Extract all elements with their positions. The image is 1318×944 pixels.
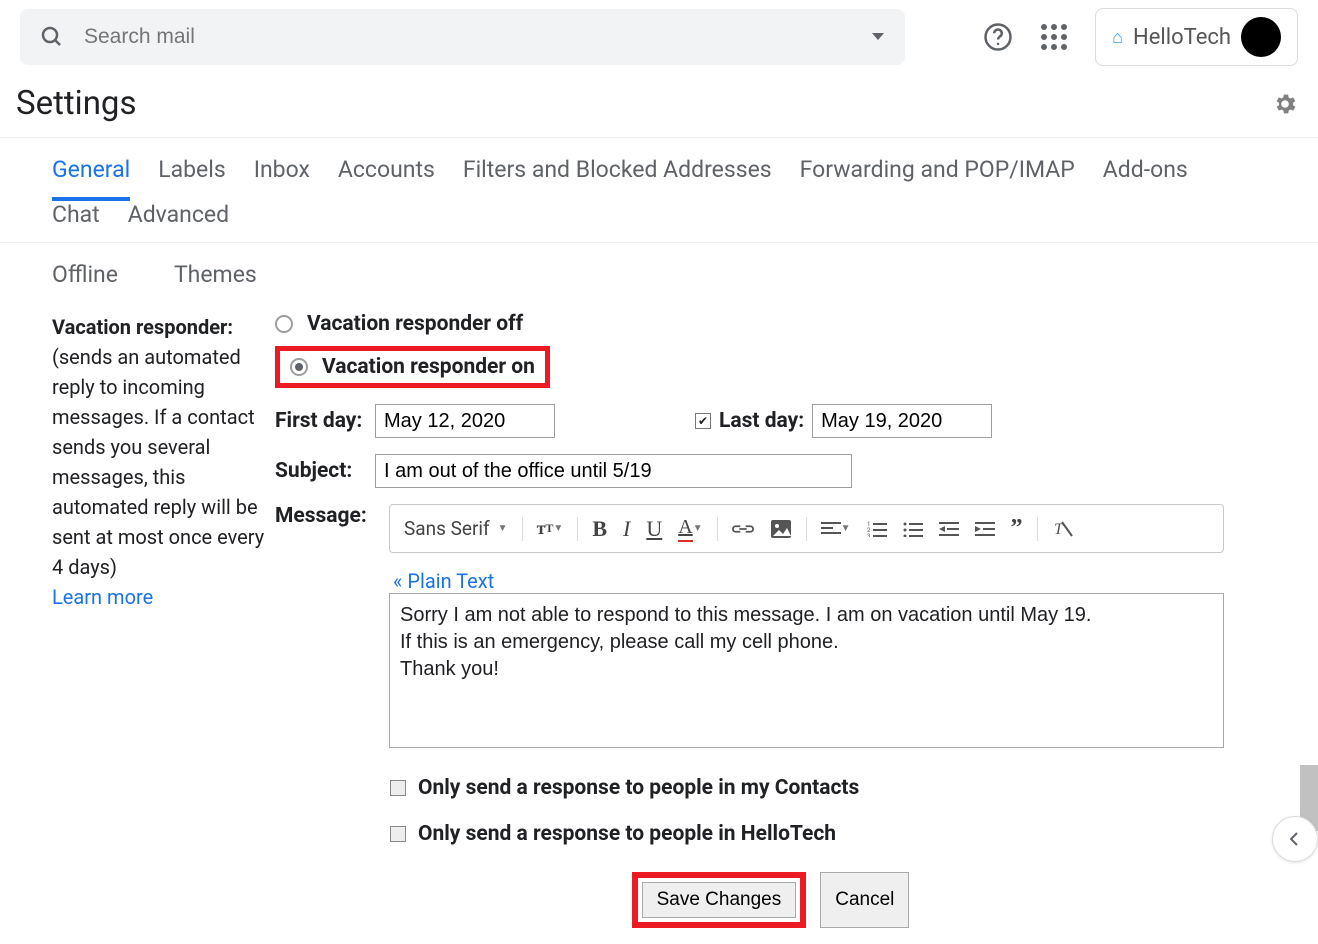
plain-text-link[interactable]: « Plain Text [393, 569, 1224, 593]
save-button[interactable]: Save Changes [642, 882, 797, 918]
tab-filters[interactable]: Filters and Blocked Addresses [463, 156, 772, 201]
button-row: Save Changes Cancel [275, 872, 1266, 928]
cancel-button[interactable]: Cancel [820, 872, 909, 928]
subject-input[interactable] [375, 454, 852, 488]
section-desc: (sends an automated reply to incoming me… [52, 345, 264, 579]
section-label: Vacation responder: [52, 315, 233, 339]
help-icon[interactable] [983, 22, 1013, 52]
highlight-responder-on: Vacation responder on [275, 346, 550, 388]
title-row: Settings [0, 74, 1318, 138]
numbered-list-icon[interactable]: 123 [861, 517, 893, 541]
radio-off-row[interactable]: Vacation responder off [275, 312, 1266, 336]
message-textarea[interactable] [389, 593, 1224, 748]
brand-icon: ⌂ [1112, 27, 1123, 48]
radio-off-label: Vacation responder off [307, 312, 523, 336]
bullet-list-icon[interactable] [897, 517, 929, 541]
brand-text: HelloTech [1133, 25, 1231, 50]
image-icon[interactable] [764, 515, 798, 543]
search-input[interactable] [84, 25, 871, 49]
tab-chat[interactable]: Chat [52, 201, 100, 242]
search-options-icon[interactable] [871, 32, 885, 42]
tabs-secondary: Offline Themes [0, 243, 1318, 306]
tab-inbox[interactable]: Inbox [254, 156, 310, 201]
domain-only-row[interactable]: Only send a response to people in HelloT… [390, 822, 1266, 846]
text-color-icon[interactable]: A ▼ [672, 512, 708, 546]
tab-addons[interactable]: Add-ons [1103, 156, 1188, 201]
subject-row: Subject: [275, 454, 1266, 488]
indent-less-icon[interactable] [933, 517, 965, 541]
last-day-checkbox[interactable]: ✔ [695, 413, 711, 429]
tab-forwarding[interactable]: Forwarding and POP/IMAP [800, 156, 1075, 201]
contacts-only-label: Only send a response to people in my Con… [418, 776, 859, 800]
first-day-input[interactable] [375, 404, 555, 438]
last-day-input[interactable] [812, 404, 992, 438]
radio-on[interactable] [290, 358, 308, 376]
search-bar[interactable] [20, 9, 905, 65]
apps-icon[interactable] [1041, 24, 1067, 50]
section-description: Vacation responder: (sends an automated … [52, 312, 267, 938]
quote-icon[interactable]: ” [1005, 511, 1029, 546]
first-day-label: First day: [275, 409, 375, 433]
tab-advanced[interactable]: Advanced [128, 201, 229, 242]
date-row: First day: ✔ Last day: [275, 404, 1266, 438]
message-row: Message: Sans Serif▼ тT ▼ B I U A ▼ [275, 504, 1266, 754]
align-icon[interactable]: ▼ [815, 517, 857, 541]
radio-on-label: Vacation responder on [322, 355, 535, 379]
tab-themes[interactable]: Themes [174, 261, 257, 288]
italic-icon[interactable]: I [617, 512, 636, 546]
domain-only-checkbox[interactable] [390, 826, 406, 842]
editor-toolbar: Sans Serif▼ тT ▼ B I U A ▼ ▼ 123 [389, 504, 1224, 553]
remove-format-icon[interactable]: T [1046, 516, 1080, 542]
contacts-only-checkbox[interactable] [390, 780, 406, 796]
side-panel-toggle[interactable] [1272, 816, 1318, 862]
bold-icon[interactable]: B [586, 512, 613, 546]
tab-offline[interactable]: Offline [52, 261, 118, 288]
contacts-only-row[interactable]: Only send a response to people in my Con… [390, 776, 1266, 800]
subject-label: Subject: [275, 459, 375, 483]
header-right: ⌂ HelloTech [983, 8, 1298, 66]
tab-accounts[interactable]: Accounts [338, 156, 435, 201]
message-label: Message: [275, 504, 375, 528]
settings-form: Vacation responder off Vacation responde… [275, 312, 1266, 938]
gear-icon[interactable] [1272, 91, 1298, 117]
last-day-label: Last day: [719, 409, 804, 433]
radio-off[interactable] [275, 315, 293, 333]
page-title: Settings [16, 84, 137, 123]
brand-box[interactable]: ⌂ HelloTech [1095, 8, 1298, 66]
highlight-save: Save Changes [632, 872, 807, 928]
svg-text:3: 3 [867, 533, 870, 537]
header: ⌂ HelloTech [0, 0, 1318, 74]
content: Vacation responder: (sends an automated … [0, 306, 1318, 944]
avatar[interactable] [1241, 17, 1281, 57]
font-select[interactable]: Sans Serif▼ [398, 513, 514, 544]
font-size-icon[interactable]: тT ▼ [531, 514, 570, 543]
search-icon [40, 25, 64, 49]
underline-icon[interactable]: U [640, 512, 668, 546]
tabs-primary: General Labels Inbox Accounts Filters an… [0, 138, 1318, 243]
indent-more-icon[interactable] [969, 517, 1001, 541]
learn-more-link[interactable]: Learn more [52, 585, 153, 609]
radio-on-row[interactable]: Vacation responder on [290, 355, 535, 379]
tab-general[interactable]: General [52, 156, 130, 201]
domain-only-label: Only send a response to people in HelloT… [418, 822, 836, 846]
tab-labels[interactable]: Labels [158, 156, 225, 201]
link-icon[interactable] [726, 518, 760, 540]
